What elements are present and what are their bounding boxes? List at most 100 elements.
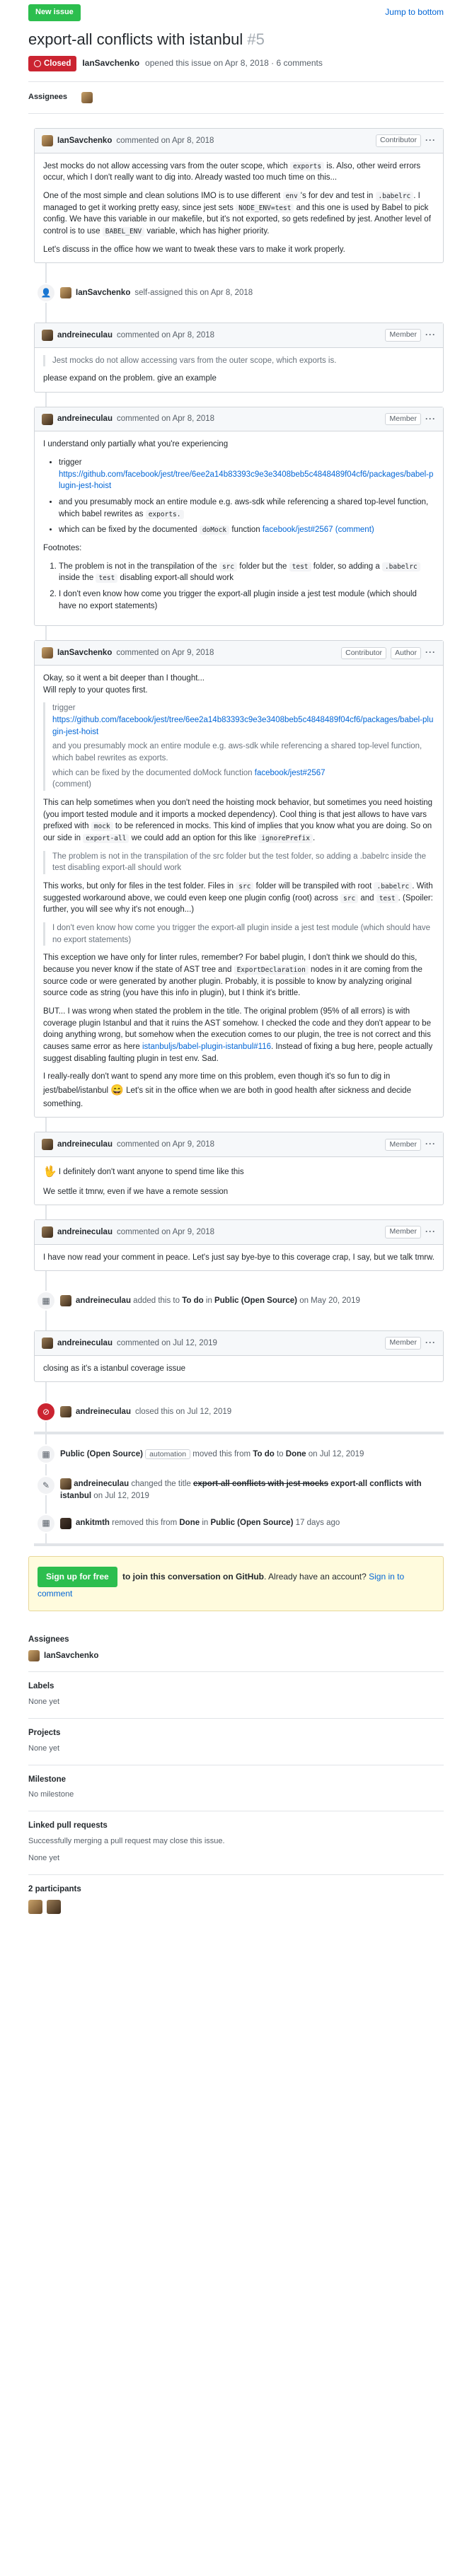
project-link[interactable]: Public (Open Source) xyxy=(60,1450,143,1458)
project-link[interactable]: Public (Open Source) xyxy=(210,1519,293,1527)
role-badge: Member xyxy=(385,1337,421,1350)
jest-issue-link[interactable]: facebook/jest#2567 xyxy=(255,769,326,777)
comment-author[interactable]: andreineculau xyxy=(57,1226,113,1238)
comment-date[interactable]: commented on Apr 8, 2018 xyxy=(117,413,214,425)
new-issue-button[interactable]: New issue xyxy=(28,4,81,21)
comment: IanSavchenko commented on Apr 9, 2018 Co… xyxy=(34,640,444,1118)
avatar[interactable] xyxy=(42,1226,53,1238)
sidebar-assignees: Assignees IanSavchenko xyxy=(28,1625,444,1673)
blockquote: Jest mocks do not allow accessing vars f… xyxy=(43,354,434,367)
event-actor[interactable]: andreineculau xyxy=(76,1296,131,1305)
old-title: export-all conflicts with jest mocks xyxy=(192,1480,329,1489)
event-actor[interactable]: andreineculau xyxy=(74,1480,129,1488)
sidebar-heading: Milestone xyxy=(28,1775,67,1784)
issue-number: #5 xyxy=(247,30,265,48)
comment-paragraph: This can help sometimes when you don't n… xyxy=(43,798,433,843)
more-options-icon[interactable]: ··· xyxy=(425,1226,436,1238)
closed-icon: ⊘ xyxy=(36,1402,56,1422)
comment-header: andreineculau commented on Apr 8, 2018 M… xyxy=(35,407,443,432)
avatar[interactable] xyxy=(42,1338,53,1350)
jest-hoist-link[interactable]: https://github.com/facebook/jest/tree/6e… xyxy=(52,716,433,736)
more-options-icon[interactable]: ··· xyxy=(425,646,436,658)
project-icon: ▦ xyxy=(36,1444,56,1465)
sidebar-linked-prs: Linked pull requests Successfully mergin… xyxy=(28,1811,444,1875)
comment-paragraph: This works, but only for files in the te… xyxy=(43,881,433,915)
bullet-list: triggerhttps://github.com/facebook/jest/… xyxy=(43,457,434,536)
status-badge: Closed xyxy=(28,55,77,72)
comment-author[interactable]: andreineculau xyxy=(57,1338,113,1350)
role-badge: Member xyxy=(385,413,421,426)
comment-paragraph: Okay, so it went a bit deeper than I tho… xyxy=(43,673,205,695)
comment-date[interactable]: commented on Apr 9, 2018 xyxy=(116,647,214,659)
status-text: Closed xyxy=(44,59,71,68)
comment: andreineculau commented on Jul 12, 2019 … xyxy=(34,1330,444,1383)
event-actor[interactable]: IanSavchenko xyxy=(76,287,130,299)
comment: andreineculau commented on Apr 8, 2018 M… xyxy=(34,323,444,393)
timeline-break xyxy=(34,1432,444,1435)
comment-date[interactable]: commented on Jul 12, 2019 xyxy=(117,1338,217,1350)
sidebar-value: None yet xyxy=(28,1853,60,1862)
avatar[interactable] xyxy=(60,1478,71,1490)
comment-date[interactable]: commented on Apr 8, 2018 xyxy=(116,135,214,147)
more-options-icon[interactable]: ··· xyxy=(425,329,436,341)
pencil-icon: ✎ xyxy=(36,1475,56,1496)
comment-paragraph: please expand on the problem. give an ex… xyxy=(43,374,217,383)
timeline-event: 👤 IanSavchenko self-assigned this on Apr… xyxy=(34,277,444,308)
more-options-icon[interactable]: ··· xyxy=(425,134,436,146)
comment-author[interactable]: IanSavchenko xyxy=(57,135,112,147)
signup-button[interactable]: Sign up for free xyxy=(38,1566,117,1587)
comment-header: andreineculau commented on Apr 9, 2018 M… xyxy=(35,1220,443,1245)
comment-header: IanSavchenko commented on Apr 9, 2018 Co… xyxy=(35,641,443,666)
jest-hoist-link[interactable]: https://github.com/facebook/jest/tree/6e… xyxy=(59,470,433,491)
istanbul-issue-link[interactable]: istanbuljs/babel-plugin-istanbul#116 xyxy=(142,1043,271,1051)
assignee-link[interactable]: IanSavchenko xyxy=(44,1650,98,1662)
comment-author[interactable]: andreineculau xyxy=(57,1139,113,1151)
timeline-break xyxy=(34,1543,444,1546)
more-options-icon[interactable]: ··· xyxy=(425,1337,436,1349)
sidebar-description: Successfully merging a pull request may … xyxy=(28,1836,225,1845)
comment-author[interactable]: andreineculau xyxy=(57,330,113,342)
timeline-event: ▦ ankitmth removed this from Done in Pub… xyxy=(34,1508,444,1539)
avatar[interactable] xyxy=(60,287,71,299)
comment: andreineculau commented on Apr 9, 2018 M… xyxy=(34,1219,444,1272)
participant-avatar[interactable] xyxy=(28,1899,42,1914)
avatar[interactable] xyxy=(60,1406,71,1418)
jest-issue-link[interactable]: facebook/jest#2567 (comment) xyxy=(263,526,374,534)
more-options-icon[interactable]: ··· xyxy=(425,1138,436,1150)
comment-author[interactable]: andreineculau xyxy=(57,413,113,425)
issue-author-link[interactable]: IanSavchenko xyxy=(82,57,139,69)
comment-date[interactable]: commented on Apr 9, 2018 xyxy=(117,1139,214,1151)
event-text: closed this on Jul 12, 2019 xyxy=(134,1408,232,1417)
role-badge: Member xyxy=(385,1226,421,1238)
comment-author[interactable]: IanSavchenko xyxy=(57,647,112,659)
participant-avatar[interactable] xyxy=(47,1899,61,1914)
avatar[interactable] xyxy=(42,413,53,425)
project-icon: ▦ xyxy=(36,1291,56,1311)
project-link[interactable]: Public (Open Source) xyxy=(214,1296,297,1305)
comment-body: Jest mocks do not allow accessing vars f… xyxy=(35,348,443,392)
event-actor[interactable]: ankitmth xyxy=(76,1519,110,1527)
comment-date[interactable]: commented on Apr 9, 2018 xyxy=(117,1226,214,1238)
comment-date[interactable]: commented on Apr 8, 2018 xyxy=(117,330,214,342)
avatar[interactable] xyxy=(28,1650,40,1662)
list-item: which can be fixed by the documented doM… xyxy=(59,524,434,536)
avatar[interactable] xyxy=(42,1139,53,1151)
avatar[interactable] xyxy=(42,134,53,146)
sidebar-milestone: Milestone No milestone xyxy=(28,1765,444,1812)
list-item: The problem is not in the transpilation … xyxy=(59,561,434,584)
avatar[interactable] xyxy=(60,1517,71,1529)
role-badge: Author xyxy=(391,646,421,659)
comment-body: 🖖 I definitely don't want anyone to spen… xyxy=(35,1157,443,1205)
event-actor[interactable]: andreineculau xyxy=(76,1406,131,1418)
jump-to-bottom-link[interactable]: Jump to bottom xyxy=(385,6,444,18)
comment-paragraph: Jest mocks do not allow accessing vars f… xyxy=(43,161,421,182)
sidebar-value: No milestone xyxy=(28,1790,74,1799)
assignees-row: Assignees xyxy=(28,81,444,115)
sidebar-value: None yet xyxy=(28,1698,60,1707)
assignee-avatar[interactable] xyxy=(81,92,93,104)
more-options-icon[interactable]: ··· xyxy=(425,413,436,425)
avatar[interactable] xyxy=(60,1295,71,1307)
comment-paragraph: Let's discuss in the office how we want … xyxy=(43,245,345,254)
avatar[interactable] xyxy=(42,329,53,341)
avatar[interactable] xyxy=(42,647,53,659)
